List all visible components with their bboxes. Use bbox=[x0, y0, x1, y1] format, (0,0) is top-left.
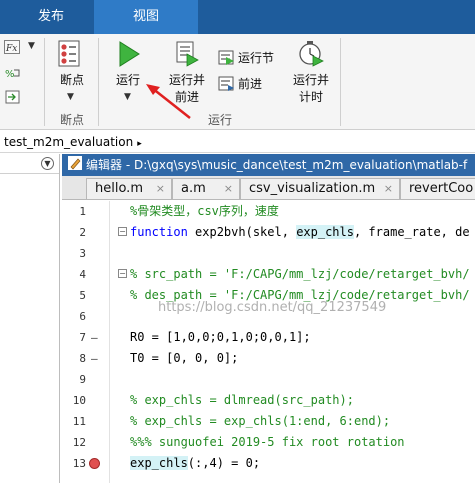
line-number: 7 bbox=[79, 331, 86, 344]
breadcrumb-arrow-icon[interactable]: ▸ bbox=[137, 139, 142, 149]
tab-label: hello.m bbox=[95, 181, 143, 196]
editor-ribbon: Fx ▼ % 断点 ▼ 断点 运行 ▼ 运行并 前进 运行节 前进 运行并 计时… bbox=[0, 34, 475, 130]
code-line[interactable]: 13 exp_chls(:,4) = 0; bbox=[62, 453, 475, 474]
ribbon-separator bbox=[98, 38, 99, 126]
tab-label: csv_visualization.m bbox=[249, 181, 376, 196]
tab-a-m[interactable]: a.m × bbox=[172, 178, 240, 199]
fold-toggle-icon[interactable]: − bbox=[118, 227, 127, 236]
chevron-down-icon[interactable]: ▼ bbox=[28, 41, 35, 51]
function-template-icon[interactable]: Fx bbox=[4, 40, 20, 54]
tab-revertcoo[interactable]: revertCoo bbox=[400, 178, 475, 199]
tab-publish[interactable]: 发布 bbox=[8, 0, 94, 34]
run-and-advance-label-2[interactable]: 前进 bbox=[160, 89, 214, 105]
code-fragment: exp2bvh(skel, bbox=[195, 225, 297, 239]
line-number: 13 bbox=[72, 457, 86, 470]
run-and-time-label-2[interactable]: 计时 bbox=[284, 89, 338, 105]
code-text: % exp_chls = dlmread(src_path); bbox=[130, 393, 354, 407]
current-folder-header: ▼ bbox=[0, 154, 59, 174]
highlighted-variable: exp_chls bbox=[130, 456, 188, 470]
run-section-icon[interactable] bbox=[218, 50, 236, 69]
line-number: 5 bbox=[79, 289, 86, 302]
editor-panel: 编辑器 - D:\gxq\sys\music_dance\test_m2m_ev… bbox=[62, 154, 475, 483]
breakpoints-button-label[interactable]: 断点 bbox=[48, 72, 96, 88]
executable-line-marker[interactable]: – bbox=[91, 348, 98, 369]
breadcrumb-folder[interactable]: test_m2m_evaluation bbox=[4, 135, 133, 149]
ribbon-tab-strip: 发布 视图 bbox=[0, 0, 475, 34]
watermark-text: https://blog.csdn.net/qq_21237549 bbox=[158, 300, 387, 315]
code-fragment: , frame_rate, de bbox=[353, 225, 470, 239]
code-line[interactable]: 8 – T0 = [0, 0, 0]; bbox=[62, 348, 475, 369]
code-text: % src_path = 'F:/CAPG/mm_lzj/code/retarg… bbox=[130, 267, 470, 281]
code-text: %%% sunguofei 2019-5 fix root rotation bbox=[130, 435, 405, 449]
tab-hello-m[interactable]: hello.m × bbox=[86, 178, 172, 199]
editor-tab-strip: hello.m × a.m × csv_visualization.m × re… bbox=[62, 176, 475, 200]
run-play-icon[interactable] bbox=[116, 40, 142, 71]
chevron-down-icon[interactable]: ▼ bbox=[124, 92, 131, 102]
code-line[interactable]: 10 % exp_chls = dlmread(src_path); bbox=[62, 390, 475, 411]
breakpoints-icon[interactable] bbox=[57, 40, 83, 71]
code-text: R0 = [1,0,0;0,1,0;0,0,1]; bbox=[130, 330, 311, 344]
line-number: 2 bbox=[79, 226, 86, 239]
line-number: 8 bbox=[79, 352, 86, 365]
editor-pencil-icon bbox=[68, 155, 82, 177]
run-and-advance-label[interactable]: 运行并 bbox=[160, 72, 214, 88]
code-line[interactable]: 12 %%% sunguofei 2019-5 fix root rotatio… bbox=[62, 432, 475, 453]
executable-line-marker[interactable]: – bbox=[91, 327, 98, 348]
breadcrumb: test_m2m_evaluation ▸ bbox=[0, 131, 475, 153]
code-line[interactable]: 1 %骨架类型，csv序列，速度 bbox=[62, 201, 475, 222]
run-and-time-icon[interactable] bbox=[297, 40, 325, 71]
line-number: 6 bbox=[79, 310, 86, 323]
code-text: % exp_chls = exp_chls(1:end, 6:end); bbox=[130, 414, 391, 428]
ribbon-separator bbox=[340, 38, 341, 126]
advance-icon[interactable] bbox=[218, 76, 236, 95]
close-icon[interactable]: × bbox=[156, 179, 165, 199]
code-line[interactable]: 7 – R0 = [1,0,0;0,1,0;0,0,1]; bbox=[62, 327, 475, 348]
line-number: 1 bbox=[79, 205, 86, 218]
line-number: 9 bbox=[79, 373, 86, 386]
editor-title-bar: 编辑器 - D:\gxq\sys\music_dance\test_m2m_ev… bbox=[62, 154, 475, 176]
tab-view[interactable]: 视图 bbox=[94, 0, 198, 34]
code-area[interactable]: 1 %骨架类型，csv序列，速度 2 − function exp2bvh(sk… bbox=[62, 201, 475, 483]
tab-csv-visualization-m[interactable]: csv_visualization.m × bbox=[240, 178, 400, 199]
run-and-time-label[interactable]: 运行并 bbox=[284, 72, 338, 88]
ribbon-separator bbox=[44, 38, 45, 126]
code-text: T0 = [0, 0, 0]; bbox=[130, 351, 239, 365]
advance-label[interactable]: 前进 bbox=[238, 76, 282, 92]
code-fragment: (:,4) = 0; bbox=[187, 456, 261, 470]
code-line[interactable]: 2 − function exp2bvh(skel, exp_chls, fra… bbox=[62, 222, 475, 243]
close-icon[interactable]: × bbox=[224, 179, 233, 199]
run-button-label[interactable]: 运行 bbox=[104, 72, 152, 88]
run-and-advance-icon[interactable] bbox=[173, 40, 201, 71]
run-section-label[interactable]: 运行节 bbox=[238, 50, 282, 66]
current-folder-pane: ▼ bbox=[0, 154, 60, 483]
fold-toggle-icon[interactable]: − bbox=[118, 269, 127, 278]
editor-title: 编辑器 - D:\gxq\sys\music_dance\test_m2m_ev… bbox=[86, 158, 468, 172]
highlighted-variable: exp_chls bbox=[296, 225, 354, 239]
line-number: 4 bbox=[79, 268, 86, 281]
close-icon[interactable]: × bbox=[384, 179, 393, 199]
code-text: function exp2bvh(skel, exp_chls, frame_r… bbox=[130, 222, 470, 243]
tab-label: revertCoo bbox=[409, 181, 474, 196]
svg-text:%: % bbox=[5, 69, 15, 80]
run-group-label: 运行 bbox=[207, 113, 232, 127]
svg-text:Fx: Fx bbox=[5, 44, 17, 53]
line-number: 11 bbox=[72, 415, 86, 428]
indent-icon[interactable] bbox=[5, 90, 21, 107]
breakpoint-icon[interactable] bbox=[89, 458, 100, 469]
wrap-comment-icon[interactable]: % bbox=[5, 66, 21, 83]
code-text: %骨架类型，csv序列，速度 bbox=[130, 204, 279, 218]
code-text: exp_chls(:,4) = 0; bbox=[130, 453, 260, 474]
line-number: 3 bbox=[79, 247, 86, 260]
code-line[interactable]: 3 bbox=[62, 243, 475, 264]
line-number: 12 bbox=[72, 436, 86, 449]
tab-label: a.m bbox=[181, 181, 206, 196]
code-line[interactable]: 4 − % src_path = 'F:/CAPG/mm_lzj/code/re… bbox=[62, 264, 475, 285]
panel-actions-icon[interactable]: ▼ bbox=[41, 157, 54, 170]
code-line[interactable]: 11 % exp_chls = exp_chls(1:end, 6:end); bbox=[62, 411, 475, 432]
keyword: function bbox=[130, 225, 196, 239]
chevron-down-icon[interactable]: ▼ bbox=[67, 92, 74, 102]
line-number: 10 bbox=[72, 394, 86, 407]
code-line[interactable]: 9 bbox=[62, 369, 475, 390]
breakpoints-group-label: 断点 bbox=[59, 113, 84, 127]
